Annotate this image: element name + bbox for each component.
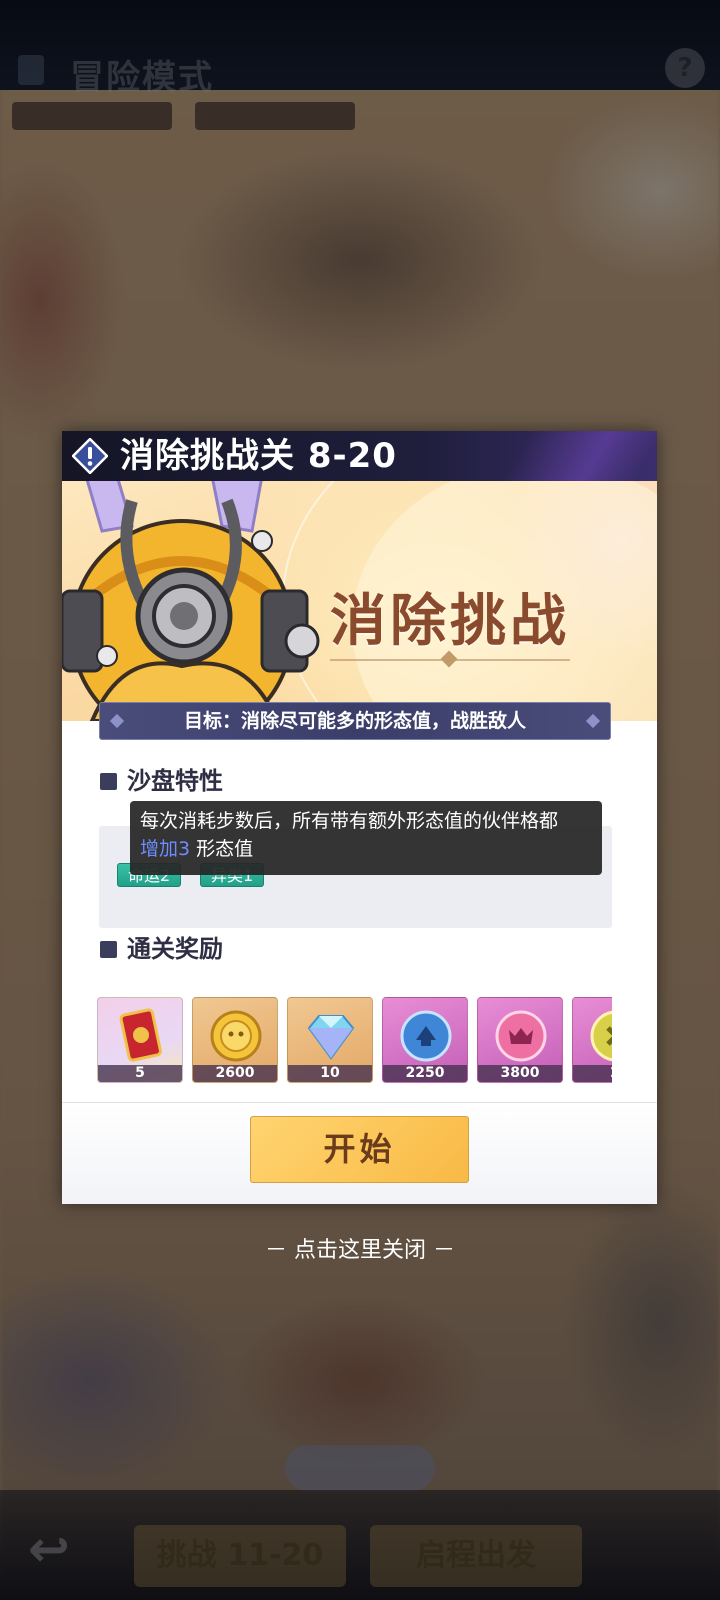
traits-heading-text: 沙盘特性: [127, 767, 223, 795]
reward-count: 2: [573, 1065, 612, 1082]
close-hint[interactable]: － 点击这里关闭 －: [0, 1236, 720, 1266]
reward-count: 2600: [193, 1065, 277, 1082]
traits-heading: 沙盘特性: [100, 766, 223, 796]
reward-count: 5: [98, 1065, 182, 1082]
banner-title: 消除挑战: [330, 589, 570, 654]
diamond-icon: [307, 1015, 355, 1060]
start-button[interactable]: 开始: [250, 1116, 469, 1183]
reward-item[interactable]: 2250: [382, 997, 468, 1083]
reward-item[interactable]: 2600: [192, 997, 278, 1083]
modal-title: 消除挑战关 8-20: [120, 436, 397, 476]
reward-item[interactable]: 10: [287, 997, 373, 1083]
objective-text: 目标：消除尽可能多的形态值，战胜敌人: [183, 710, 526, 732]
objective-banner: 目标：消除尽可能多的形态值，战胜敌人: [99, 702, 611, 740]
reward-count: 10: [288, 1065, 372, 1082]
tooltip-highlight: 增加3: [140, 838, 191, 860]
challenge-modal: 消除挑战关 8-20 消除挑战 目标：消除尽可能多的形态值，战胜敌人 沙盘特性 …: [62, 431, 657, 1204]
reward-count: 3800: [478, 1065, 562, 1082]
modal-header: 消除挑战关 8-20: [62, 431, 657, 481]
reward-item[interactable]: 5: [97, 997, 183, 1083]
square-bullet-icon: [100, 773, 117, 790]
rewards-list: 5 2600 10 2250 3800: [97, 997, 612, 1085]
red-card-icon: [119, 1008, 162, 1062]
tooltip-text: 每次消耗步数后，所有带有额外形态值的伙伴格都: [140, 810, 559, 832]
challenge-banner: 消除挑战: [62, 481, 657, 721]
yellow-orb-icon: [590, 1010, 612, 1062]
reward-item[interactable]: 3800: [477, 997, 563, 1083]
rewards-heading: 通关奖励: [100, 934, 223, 964]
exclamation-diamond-icon: [72, 438, 108, 474]
square-bullet-icon: [100, 941, 117, 958]
ornament-icon: [109, 713, 125, 729]
reward-count: 2250: [383, 1065, 467, 1082]
gold-coin-icon: [210, 1010, 262, 1062]
blue-orb-icon: [400, 1010, 452, 1062]
ornament-icon: [585, 713, 601, 729]
tooltip-suffix: 形态值: [190, 838, 254, 860]
trait-tooltip: 每次消耗步数后，所有带有额外形态值的伙伴格都 增加3 形态值: [130, 801, 602, 875]
rewards-heading-text: 通关奖励: [127, 935, 223, 963]
robot-character-image: [62, 481, 320, 721]
pink-orb-icon: [495, 1010, 547, 1062]
reward-item[interactable]: 2: [572, 997, 612, 1083]
